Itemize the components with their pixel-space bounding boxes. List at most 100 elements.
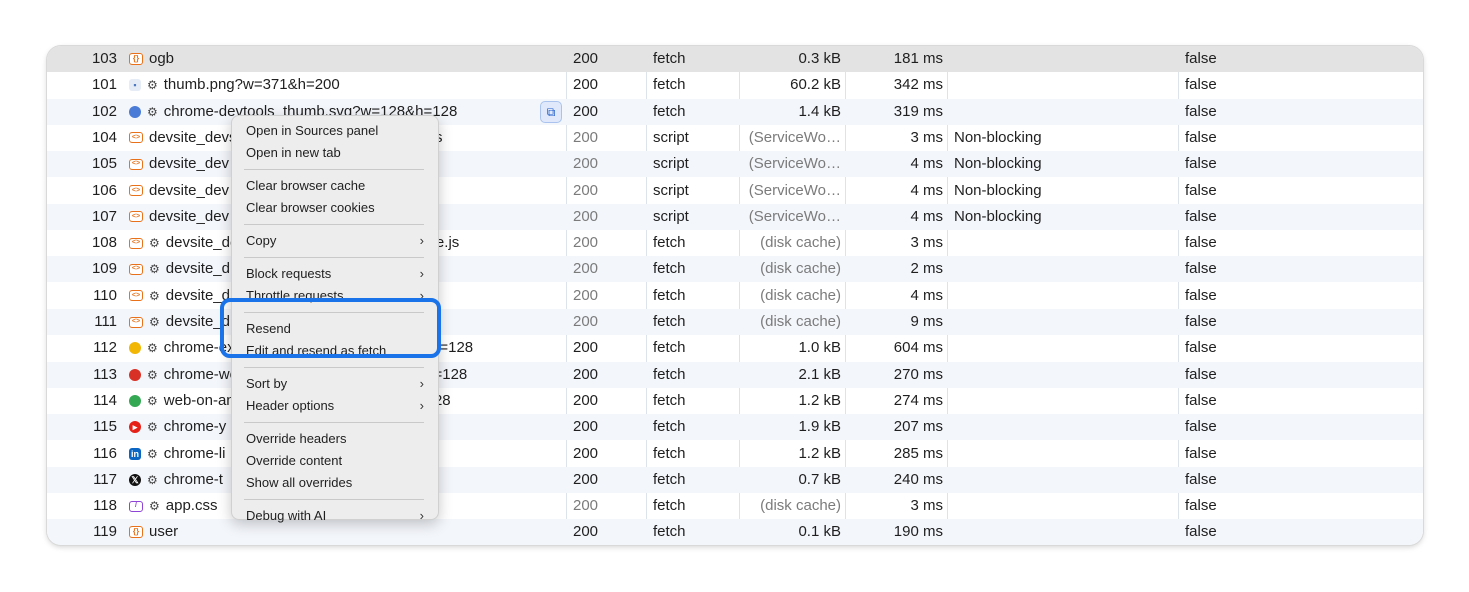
request-number: 110	[93, 286, 117, 304]
flag-value: false	[1185, 470, 1217, 488]
table-row[interactable]: 103 {} ogb 200 fetch 0.3 kB 181 ms false	[47, 46, 1423, 72]
menu-item-copy[interactable]: Copy ›	[232, 230, 438, 252]
gear-icon: ⚙	[147, 472, 158, 487]
request-priority	[954, 493, 1174, 519]
menu-separator	[244, 224, 424, 225]
gear-icon: ⚙	[147, 446, 158, 461]
flag-value: false	[1185, 234, 1217, 252]
menu-item-header-options[interactable]: Header options ›	[232, 395, 438, 417]
menu-item-label: Sort by	[246, 376, 288, 391]
menu-item-clear-browser-cache[interactable]: Clear browser cache	[232, 175, 438, 197]
request-type: fetch	[653, 523, 686, 541]
youtube-icon: ▸	[129, 421, 141, 434]
menu-item-open-in-new-tab[interactable]: Open in new tab	[232, 142, 438, 164]
transfer-size: (disk cache)	[760, 260, 841, 278]
menu-item-label: Override content	[246, 453, 343, 468]
request-name: ogb	[149, 50, 175, 67]
request-priority	[954, 362, 1174, 388]
request-type: fetch	[653, 418, 686, 436]
menu-item-clear-browser-cookies[interactable]: Clear browser cookies	[232, 197, 438, 219]
transfer-size: 1.9 kB	[798, 418, 841, 436]
menu-item-override-content[interactable]: Override content	[232, 450, 438, 472]
menu-item-debug-with-ai[interactable]: Debug with AI ›	[232, 505, 438, 527]
gear-icon: ⚙	[147, 420, 158, 435]
table-row[interactable]: 101 ▪ ⚙ thumb.png?w=371&h=200 200 fetch 60.2 k…	[47, 72, 1423, 98]
menu-item-open-in-sources-panel[interactable]: Open in Sources panel	[232, 120, 438, 142]
transfer-size: 1.2 kB	[798, 391, 841, 409]
menu-item-label: Open in new tab	[246, 145, 341, 160]
request-time: 240 ms	[893, 470, 943, 488]
flag-value: false	[1185, 523, 1217, 541]
request-number: 102	[91, 102, 117, 120]
gear-icon: ⚙	[147, 78, 158, 93]
request-name: app.css	[165, 497, 218, 515]
request-name: devsite_d	[165, 260, 230, 278]
request-time: 190 ms	[893, 523, 943, 541]
request-priority	[954, 309, 1174, 335]
status-code: 200	[573, 181, 599, 199]
request-type: fetch	[653, 470, 686, 488]
request-type: fetch	[653, 497, 686, 515]
script-file-icon: <>	[129, 316, 143, 328]
menu-item-label: Copy	[246, 233, 277, 248]
status-code: 200	[573, 76, 599, 94]
menu-item-show-all-overrides[interactable]: Show all overrides	[232, 472, 438, 494]
request-number: 106	[91, 181, 117, 199]
flag-value: false	[1185, 76, 1217, 94]
menu-item-label: Clear browser cookies	[246, 200, 375, 215]
request-priority	[954, 230, 1174, 256]
flag-value: false	[1185, 313, 1217, 330]
gear-icon: ⚙	[147, 104, 158, 119]
menu-item-block-requests[interactable]: Block requests ›	[232, 263, 438, 285]
transfer-size: 0.1 kB	[798, 523, 841, 541]
menu-separator	[244, 169, 424, 170]
request-priority	[954, 283, 1174, 309]
status-code: 200	[573, 286, 599, 304]
menu-item-override-headers[interactable]: Override headers	[232, 428, 438, 450]
flag-value: false	[1185, 286, 1217, 304]
json-file-icon: {}	[129, 53, 143, 65]
status-code: 200	[573, 418, 599, 436]
request-type: script	[653, 128, 689, 146]
request-priority	[954, 72, 1174, 98]
request-name-cell: {} ogb	[129, 46, 565, 72]
request-priority: Non-blocking	[954, 155, 1042, 173]
status-code: 200	[573, 444, 599, 462]
menu-item-label: Clear browser cache	[246, 178, 366, 193]
transfer-size: 60.2 kB	[790, 76, 841, 94]
status-code: 200	[573, 260, 599, 278]
flag-value: false	[1185, 50, 1217, 67]
request-number: 111	[94, 313, 117, 330]
request-priority	[954, 46, 1174, 72]
transfer-size: 0.3 kB	[798, 50, 841, 67]
request-time: 4 ms	[910, 286, 943, 304]
status-code: 200	[573, 365, 599, 383]
status-code: 200	[573, 128, 599, 146]
menu-item-sort-by[interactable]: Sort by ›	[232, 373, 438, 395]
request-number: 105	[91, 155, 117, 173]
transfer-size: 1.0 kB	[798, 339, 841, 357]
transfer-size: (disk cache)	[760, 234, 841, 252]
request-priority: Non-blocking	[954, 207, 1042, 225]
request-time: 9 ms	[910, 313, 943, 330]
extension-icon	[129, 342, 141, 355]
gear-icon: ⚙	[147, 341, 158, 356]
gear-icon: ⚙	[149, 236, 160, 251]
android-icon	[129, 394, 141, 407]
web-store-icon	[129, 368, 141, 381]
transfer-size: 1.4 kB	[798, 102, 841, 120]
resend-highlight-box	[220, 298, 441, 358]
request-time: 3 ms	[910, 234, 943, 252]
script-file-icon: <>	[129, 158, 143, 170]
menu-separator	[244, 422, 424, 423]
request-type: script	[653, 181, 689, 199]
transfer-size: 1.2 kB	[798, 444, 841, 462]
request-name: chrome-t	[163, 470, 223, 488]
request-number: 107	[91, 207, 117, 225]
menu-item-label: Override headers	[246, 431, 347, 446]
ask-ai-button[interactable]: ⧉	[540, 101, 562, 123]
request-number: 116	[93, 444, 117, 462]
request-priority	[954, 441, 1174, 467]
x-twitter-icon: 𝕏	[129, 473, 141, 486]
request-number: 114	[93, 391, 117, 409]
